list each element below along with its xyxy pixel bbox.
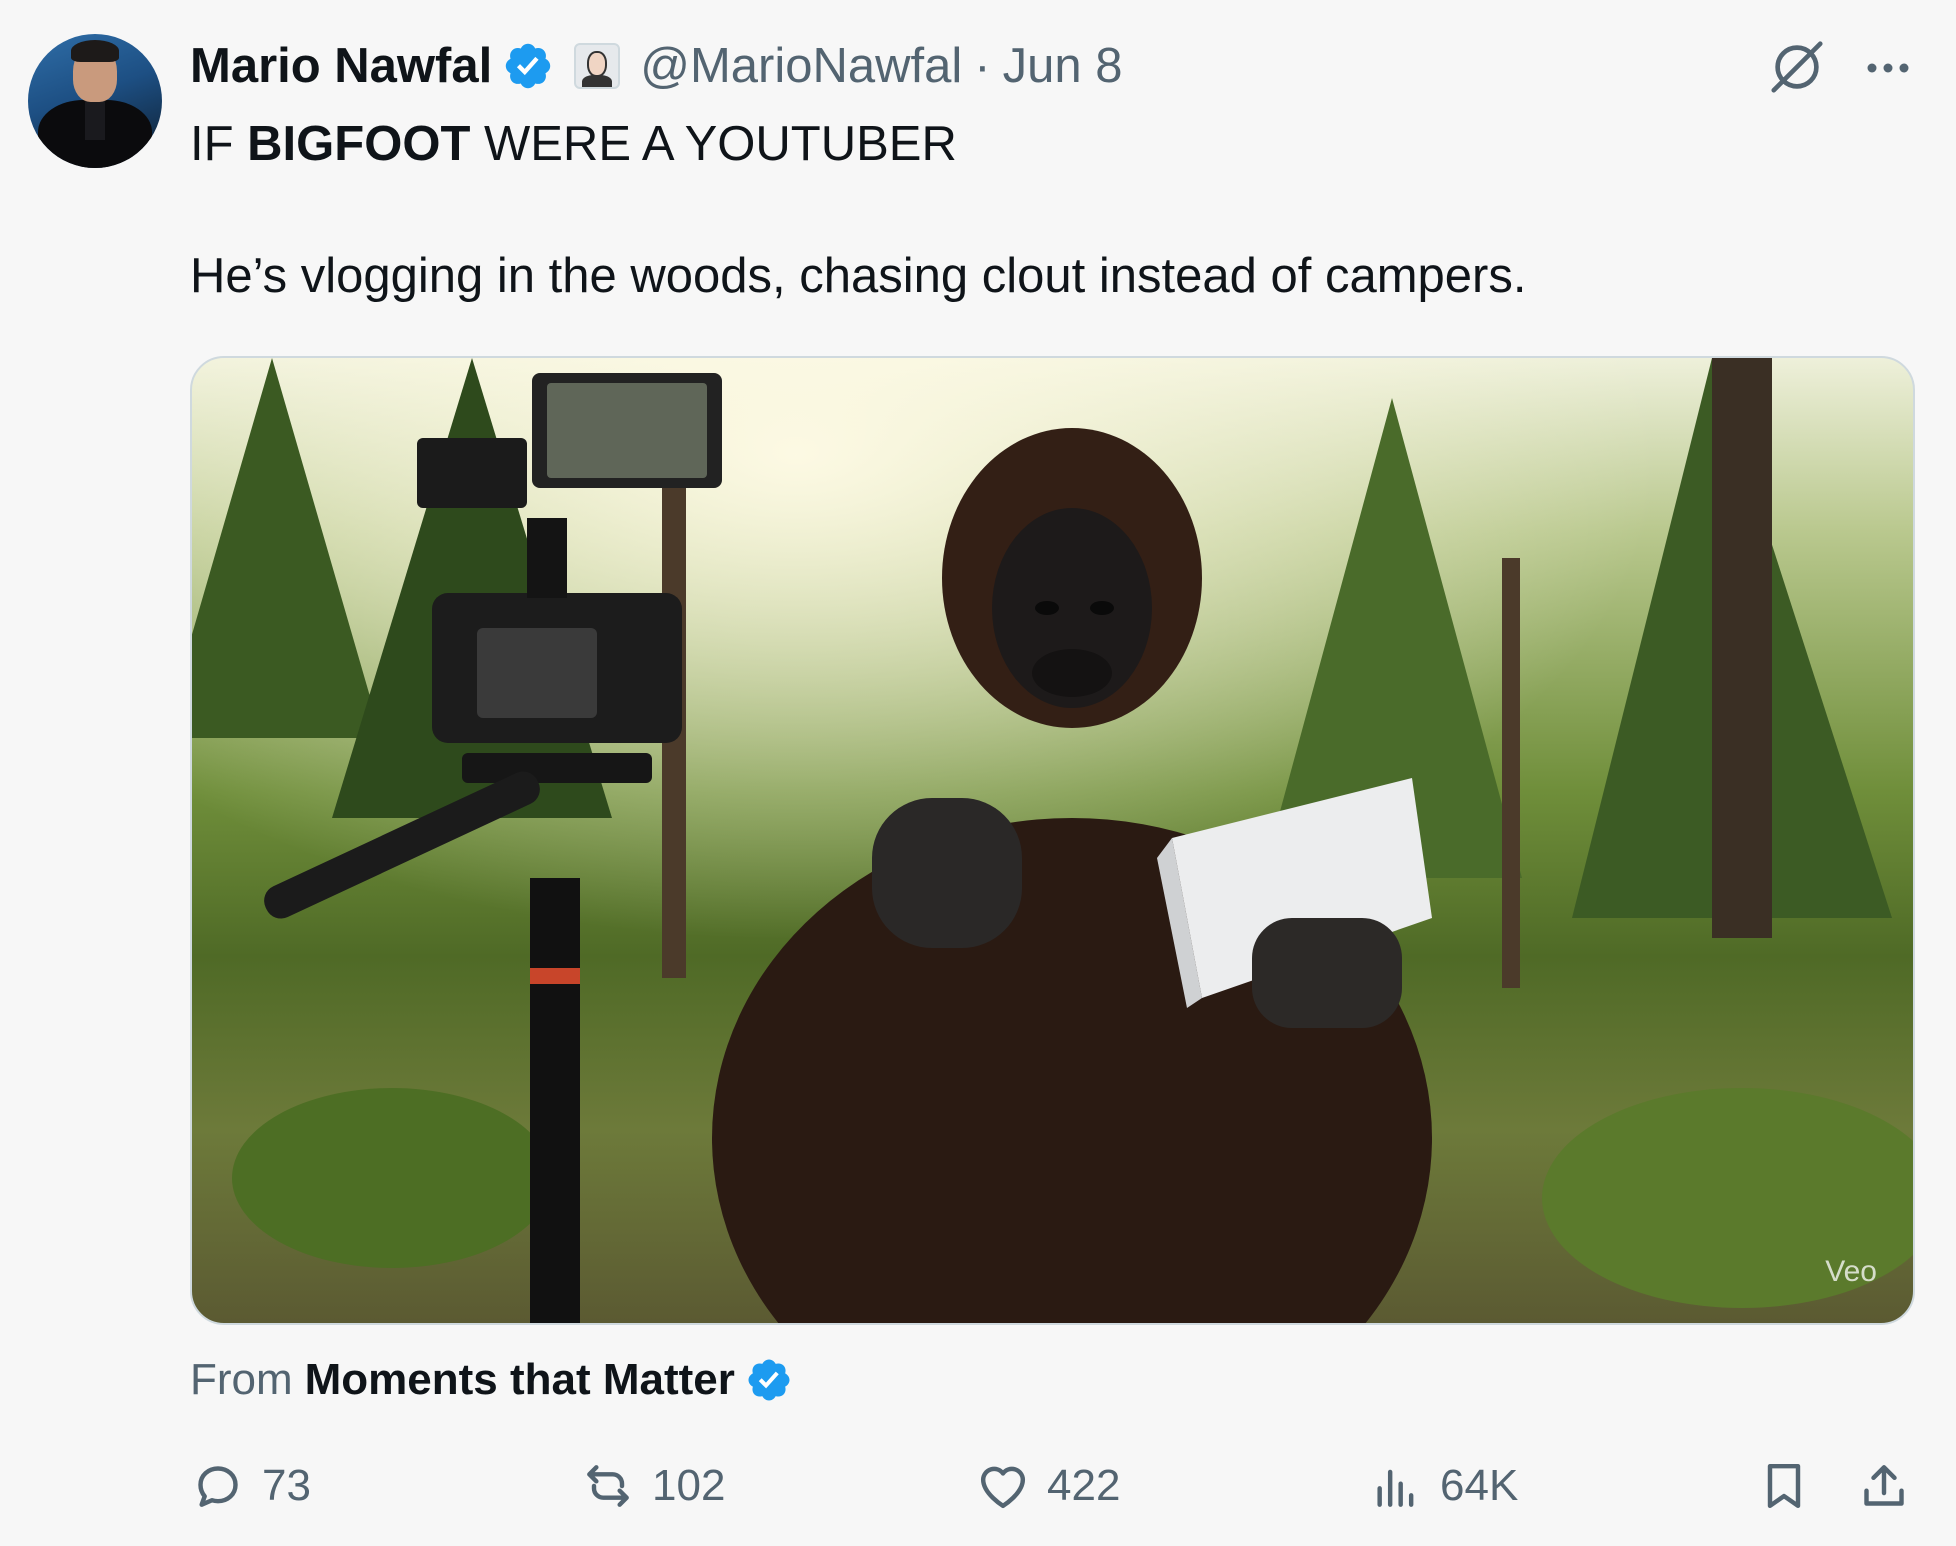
- author-name[interactable]: Mario Nawfal: [190, 38, 492, 94]
- share-icon: [1864, 1465, 1904, 1506]
- heart-icon: [980, 1466, 1026, 1509]
- tweet-media-video[interactable]: Veo: [190, 356, 1915, 1325]
- grok-icon[interactable]: [1766, 36, 1828, 98]
- repost-icon: [587, 1465, 629, 1507]
- headline-suffix: WERE A YOUTUBER: [470, 117, 957, 171]
- community-note-source: From Moments that Matter: [190, 1355, 793, 1405]
- reply-button[interactable]: 73: [190, 1456, 311, 1516]
- repost-button[interactable]: 102: [580, 1456, 725, 1516]
- author-handle[interactable]: @MarioNawfal: [640, 38, 962, 94]
- views-icon: [1377, 1469, 1414, 1507]
- bookmark-button[interactable]: [1756, 1456, 1812, 1516]
- like-button[interactable]: 422: [975, 1456, 1120, 1516]
- author-avatar[interactable]: [28, 34, 162, 168]
- tweet-header: Mario Nawfal @MarioNawfal · Jun 8: [190, 36, 1122, 96]
- bookmark-icon: [1767, 1463, 1801, 1509]
- avatar-shirt: [85, 100, 105, 140]
- tweet-date[interactable]: Jun 8: [1003, 38, 1123, 94]
- like-count: 422: [1047, 1461, 1121, 1510]
- reply-icon: [198, 1466, 238, 1507]
- more-dots: [1867, 63, 1909, 73]
- tweet-body: He’s vlogging in the woods, chasing clou…: [190, 249, 1527, 303]
- reply-count: 73: [262, 1461, 311, 1510]
- affiliate-badge-body: [582, 75, 613, 87]
- headline-prefix: IF: [190, 117, 248, 171]
- media-watermark: Veo: [1825, 1255, 1877, 1288]
- affiliate-badge-icon[interactable]: [574, 43, 621, 89]
- views-count: 64K: [1440, 1461, 1519, 1510]
- from-label: From: [190, 1355, 293, 1404]
- verified-badge-icon[interactable]: [502, 40, 554, 92]
- share-button[interactable]: [1856, 1456, 1912, 1516]
- more-icon[interactable]: [1860, 40, 1916, 96]
- media-illustration: [192, 358, 1913, 1323]
- repost-count: 102: [652, 1461, 726, 1510]
- tweet-actions-bar: 73 102 422 64K: [0, 1456, 1956, 1516]
- verified-badge-icon: [748, 1359, 790, 1401]
- from-source-link[interactable]: Moments that Matter: [305, 1355, 735, 1405]
- header-separator: ·: [974, 39, 991, 93]
- tweet-headline: IF BIGFOOT WERE A YOUTUBER: [190, 116, 957, 172]
- views-button[interactable]: 64K: [1368, 1456, 1518, 1516]
- affiliate-badge-face: [587, 51, 608, 77]
- avatar-hair: [71, 40, 119, 62]
- headline-bold: BIGFOOT: [247, 117, 471, 171]
